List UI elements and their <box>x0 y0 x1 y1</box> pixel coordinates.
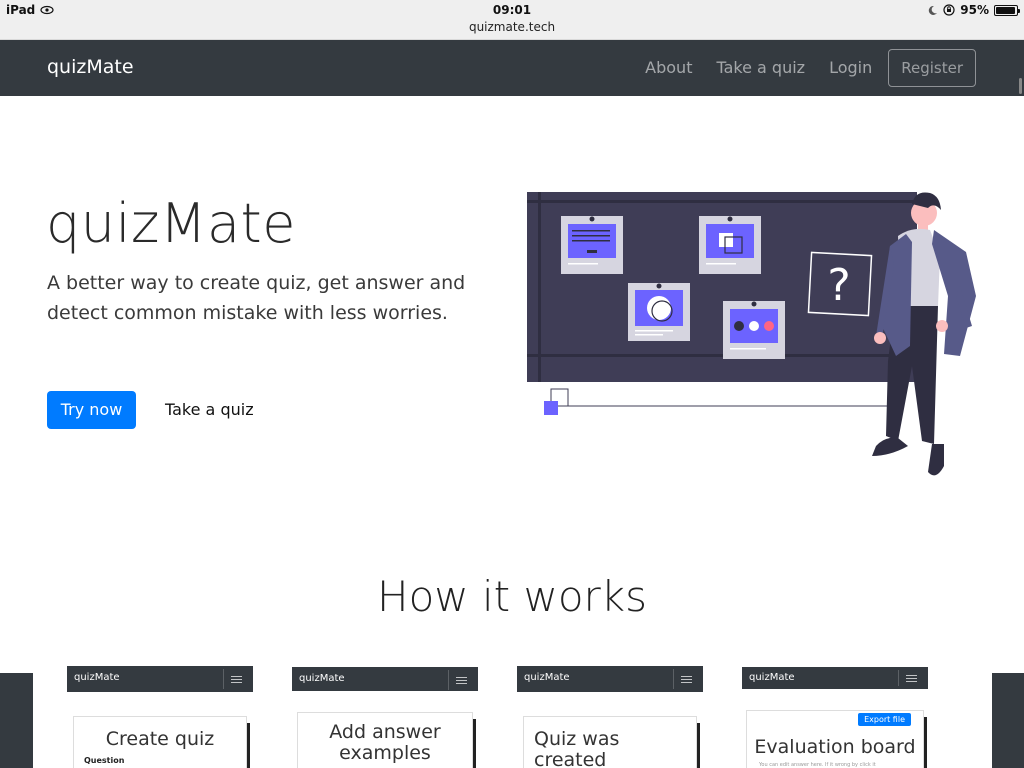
mini-navbar: quizMate <box>517 666 703 692</box>
mini-brand: quizMate <box>749 672 795 683</box>
top-navbar: quizMate About Take a quiz Login Registe… <box>0 40 1024 96</box>
mini-brand: quizMate <box>299 673 345 684</box>
mini-brand: quizMate <box>74 672 120 683</box>
step-heading: Quiz was created <box>534 728 620 768</box>
step-card-create-quiz: quizMate Create quiz Question <box>67 666 253 768</box>
mini-navbar: quizMate <box>292 667 478 691</box>
question-mark: ? <box>827 260 850 311</box>
nav-about[interactable]: About <box>645 48 692 88</box>
step-card-add-answers: quizMate Add answer examples <box>292 667 478 768</box>
status-time: 09:01 <box>492 3 532 17</box>
take-a-quiz-link[interactable]: Take a quiz <box>165 391 254 429</box>
try-now-button[interactable]: Try now <box>47 391 136 429</box>
nav-login[interactable]: Login <box>829 48 872 88</box>
step-card-evaluation-board: quizMate Export file Evaluation board Yo… <box>742 667 928 768</box>
export-file-button[interactable]: Export file <box>858 713 911 726</box>
hamburger-icon <box>448 670 474 690</box>
how-it-works-title: How it works <box>377 572 647 621</box>
moon-icon <box>929 5 938 15</box>
step-card-quiz-created: quizMate Quiz was created <box>517 666 703 768</box>
mini-navbar: quizMate <box>742 667 928 689</box>
battery-percent: 95% <box>960 3 989 17</box>
register-button[interactable]: Register <box>888 49 976 87</box>
step-panel: Quiz was created <box>523 716 697 768</box>
step-heading: Create quiz <box>105 728 215 750</box>
hamburger-icon <box>898 670 924 686</box>
section-band <box>992 673 1024 768</box>
address-bar-url[interactable]: quizmate.tech <box>0 20 1024 34</box>
hamburger-icon <box>223 669 249 689</box>
rotation-lock-icon <box>943 4 955 16</box>
hero-subtitle: A better way to create quiz, get answer … <box>47 272 466 324</box>
step-panel: Create quiz Question <box>73 716 247 768</box>
nav-take-a-quiz[interactable]: Take a quiz <box>716 48 805 88</box>
step-heading: Add answer examples <box>329 721 441 764</box>
scrollbar[interactable] <box>1019 78 1022 94</box>
battery-icon <box>994 4 1020 16</box>
status-right: 95% <box>927 3 1020 17</box>
step-panel: Export file Evaluation board You can edi… <box>746 710 924 768</box>
step-detail: You can edit answer here. If it wrong by… <box>759 762 876 768</box>
nav-links: About Take a quiz Login Register <box>645 48 976 88</box>
hero-illustration: ? <box>527 192 976 476</box>
step-panel: Add answer examples <box>297 712 473 768</box>
brand-logo[interactable]: quizMate <box>47 56 134 78</box>
mini-navbar: quizMate <box>67 666 253 692</box>
hamburger-icon <box>673 669 699 689</box>
ios-status-bar: iPad 09:01 quizmate.tech 95% <box>0 0 1024 40</box>
step-detail: Question <box>84 756 125 765</box>
battery-level <box>996 6 1015 14</box>
section-band <box>0 673 33 768</box>
mini-brand: quizMate <box>524 672 570 683</box>
hero-title: quizMate <box>46 192 296 255</box>
